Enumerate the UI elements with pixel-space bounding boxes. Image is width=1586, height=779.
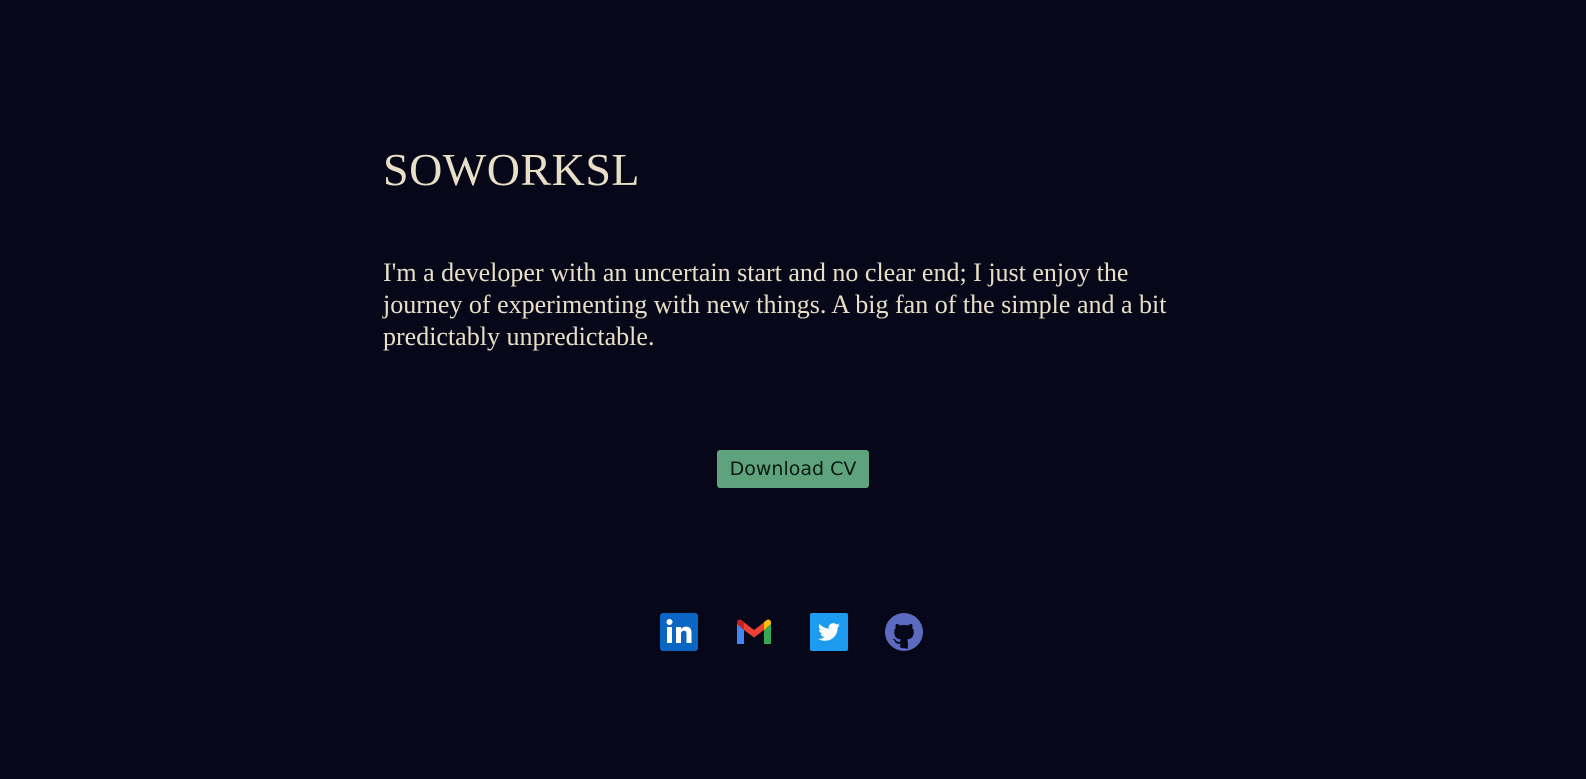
twitter-icon: [810, 613, 848, 651]
linkedin-icon: [660, 613, 698, 651]
gmail-icon: [737, 619, 771, 644]
twitter-link[interactable]: [810, 613, 848, 651]
github-link[interactable]: [885, 613, 923, 651]
github-icon: [885, 613, 923, 651]
page-title: SOWORKSL: [383, 144, 641, 195]
social-links: [660, 613, 923, 651]
linkedin-link[interactable]: [660, 613, 698, 651]
gmail-link[interactable]: [735, 613, 773, 651]
download-cv-button[interactable]: Download CV: [717, 450, 869, 488]
page: SOWORKSL I'm a developer with an uncerta…: [0, 0, 1586, 779]
bio-text: I'm a developer with an uncertain start …: [383, 258, 1167, 351]
